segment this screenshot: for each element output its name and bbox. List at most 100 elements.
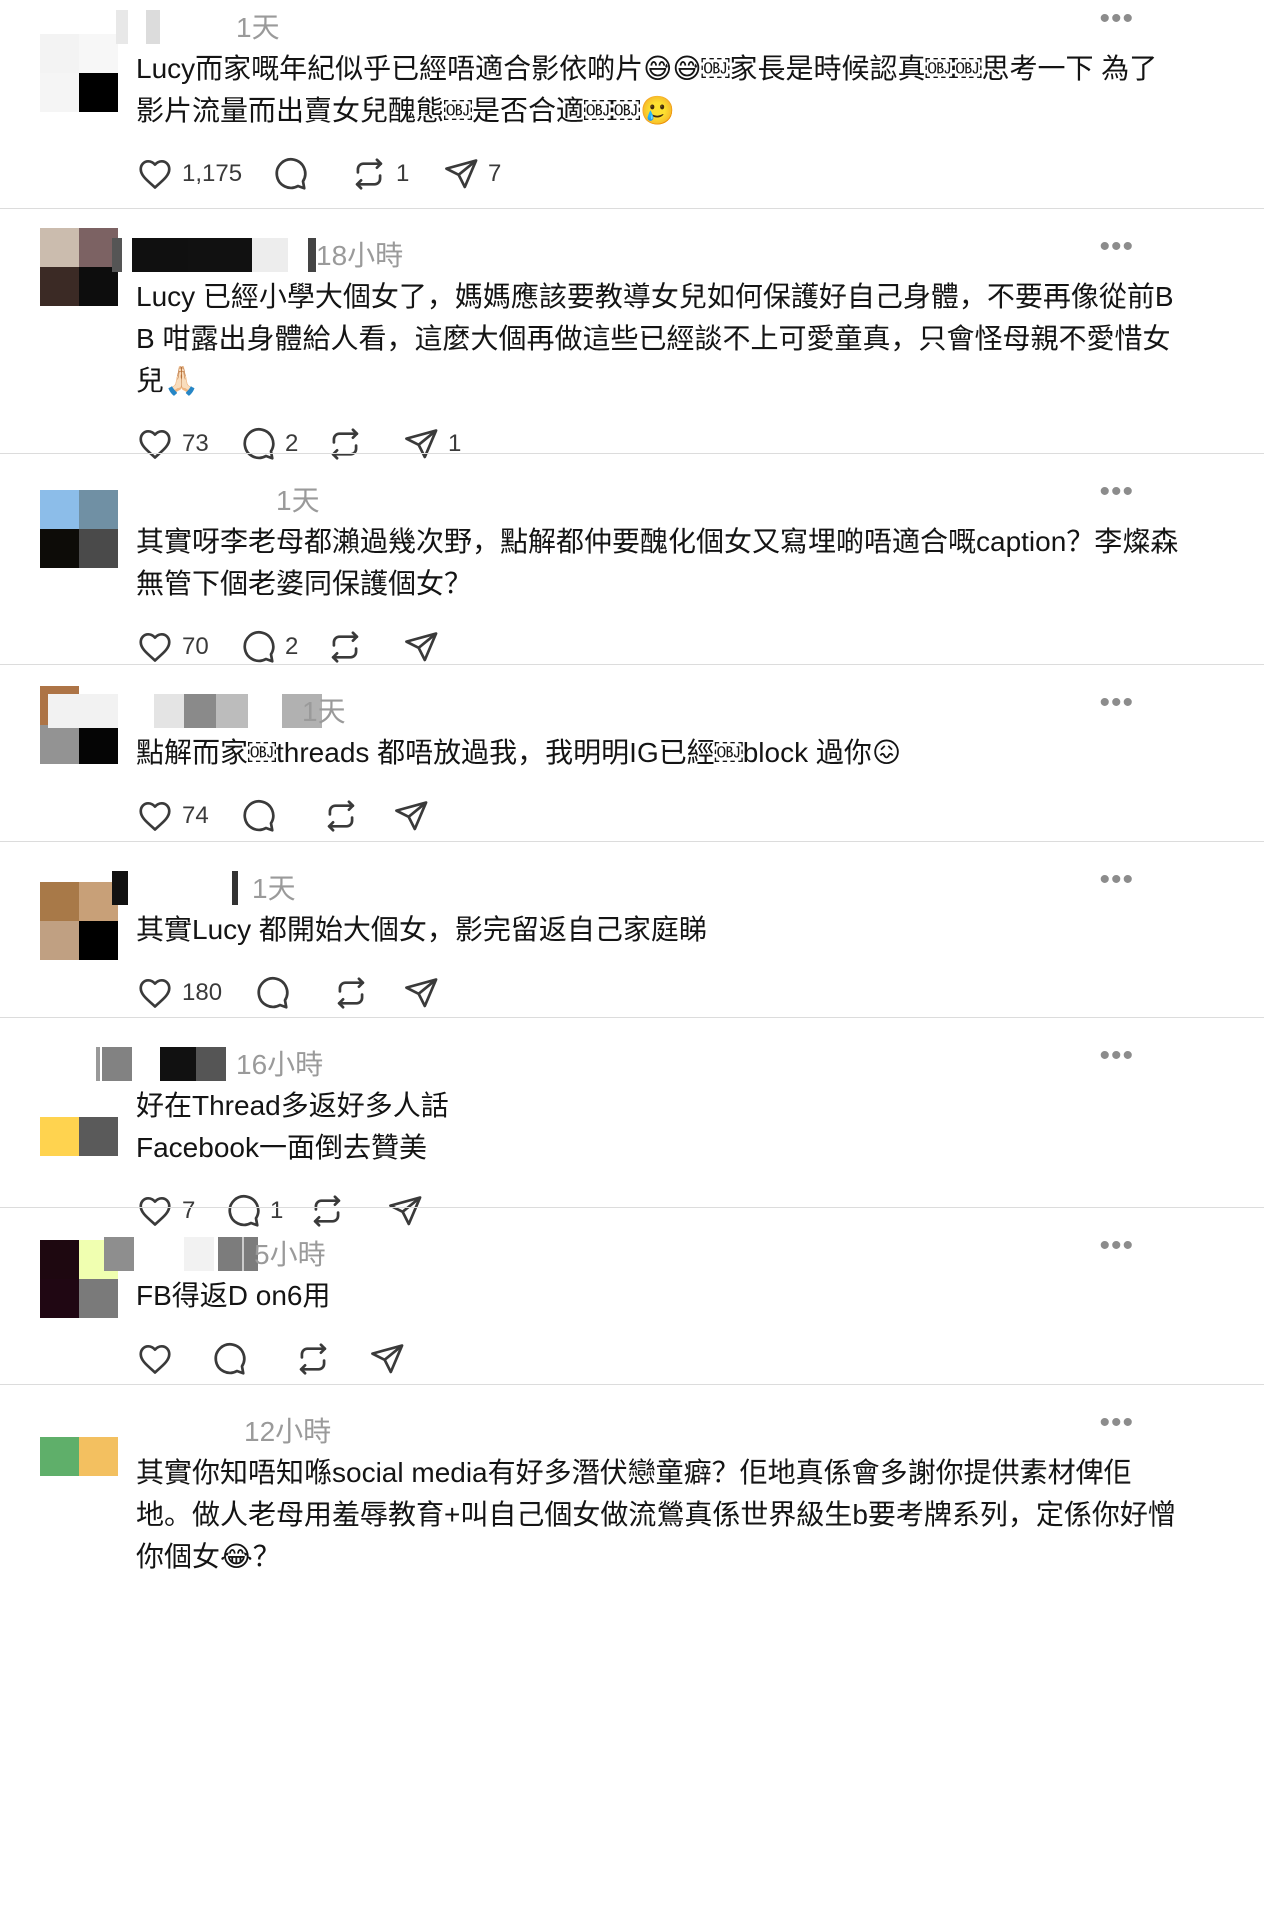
reply-button[interactable] (271, 154, 317, 194)
share-icon (386, 1192, 424, 1230)
repost-button[interactable] (326, 627, 372, 667)
avatar[interactable] (40, 1078, 118, 1156)
like-button[interactable]: 7 (136, 1191, 195, 1231)
comment-header: 18小時 ••• (112, 228, 1184, 276)
comment-text: FB得返D on6用 (136, 1280, 331, 1311)
more-icon[interactable]: ••• (1099, 477, 1134, 507)
comment-text: 其實呀李老母都瀨過幾次野，點解都仲要醜化個女又寫埋啲唔適合嘅caption？李燦… (136, 526, 1179, 599)
repost-button[interactable] (326, 424, 372, 464)
timestamp: 18小時 (316, 240, 404, 271)
share-icon (368, 1340, 406, 1378)
comment-item: 1天 ••• 點解而家￼threads 都唔放過我，我明明IG已經￼block 過你… (0, 684, 1264, 850)
timestamp: 1天 (252, 873, 296, 904)
share-button[interactable]: 7 (442, 154, 501, 194)
more-icon[interactable]: ••• (1099, 4, 1134, 34)
reply-icon (210, 1340, 248, 1378)
comment-text: 其實你知唔知喺social media有好多潛伏戀童癖？佢地真係會多謝你提供素材… (136, 1457, 1176, 1572)
share-button[interactable] (392, 796, 438, 836)
like-button[interactable]: 70 (136, 627, 209, 667)
repost-button[interactable] (294, 1339, 340, 1379)
like-count: 74 (182, 802, 209, 829)
divider (0, 1017, 1264, 1018)
avatar[interactable] (40, 34, 118, 112)
share-count: 7 (488, 160, 502, 187)
comment-header: 5小時 ••• (104, 1227, 1184, 1275)
comment-item: 16小時 ••• 好在Thread多返好多人話 Facebook一面倒去贊美 7 1 (0, 1037, 1264, 1245)
reply-count: 1 (270, 1197, 284, 1224)
share-button[interactable] (368, 1339, 414, 1379)
repost-icon (326, 425, 364, 463)
comment-item: 18小時 ••• Lucy 已經小學大個女了，媽媽應該要教導女兒如何保護好自己身體，… (0, 228, 1264, 478)
repost-button[interactable]: 1 (350, 154, 409, 194)
heart-icon (136, 628, 174, 666)
more-icon[interactable]: ••• (1099, 1041, 1134, 1071)
reply-icon (253, 974, 291, 1012)
more-icon[interactable]: ••• (1099, 232, 1134, 262)
repost-icon (326, 628, 364, 666)
share-icon (392, 797, 430, 835)
like-button[interactable] (136, 1339, 182, 1379)
avatar[interactable] (40, 228, 118, 306)
comment-item: 5小時 ••• FB得返D on6用 (0, 1227, 1264, 1393)
comment-header: 1天 ••• (112, 861, 1184, 909)
share-icon (402, 974, 440, 1012)
comment-item: 1天 ••• Lucy而家嘅年紀似乎已經唔適合影依啲片😅😅￼家長是時候認真￼￼思考一… (0, 0, 1264, 208)
reply-button[interactable] (210, 1339, 256, 1379)
share-button[interactable] (386, 1191, 432, 1231)
like-button[interactable]: 1,175 (136, 154, 242, 194)
reply-button[interactable]: 1 (224, 1191, 283, 1231)
reply-button[interactable]: 2 (239, 424, 298, 464)
share-button[interactable] (402, 973, 448, 1013)
reply-button[interactable] (253, 973, 299, 1013)
like-button[interactable]: 74 (136, 796, 209, 836)
comment-header: 12小時 ••• (136, 1404, 1184, 1452)
divider (0, 1207, 1264, 1208)
heart-icon (136, 1192, 174, 1230)
divider (0, 1384, 1264, 1385)
comment-header: 1天 ••• (116, 0, 1184, 48)
heart-icon (136, 425, 174, 463)
heart-icon (136, 974, 174, 1012)
timestamp: 1天 (276, 485, 320, 516)
like-button[interactable]: 180 (136, 973, 222, 1013)
repost-icon (308, 1192, 346, 1230)
avatar[interactable] (40, 882, 118, 960)
reply-icon (271, 155, 309, 193)
repost-button[interactable] (308, 1191, 354, 1231)
timestamp: 5小時 (254, 1239, 326, 1270)
reply-icon (224, 1192, 262, 1230)
share-icon (402, 425, 440, 463)
more-icon[interactable]: ••• (1099, 1408, 1134, 1438)
action-bar: 180 (136, 973, 1184, 1027)
reply-button[interactable]: 2 (239, 627, 298, 667)
comment-header: 1天 ••• (136, 473, 1184, 521)
like-count: 7 (182, 1197, 196, 1224)
reply-icon (239, 797, 277, 835)
repost-button[interactable] (332, 973, 378, 1013)
action-bar: 73 2 1 (136, 424, 1184, 478)
avatar[interactable] (40, 490, 118, 568)
timestamp: 1天 (302, 696, 346, 727)
comment-text: Lucy 已經小學大個女了，媽媽應該要教導女兒如何保護好自己身體，不要再像從前B… (136, 281, 1174, 396)
like-count: 180 (182, 979, 223, 1006)
like-button[interactable]: 73 (136, 424, 209, 464)
divider (0, 453, 1264, 454)
more-icon[interactable]: ••• (1099, 1231, 1134, 1261)
heart-icon (136, 797, 174, 835)
reply-button[interactable] (239, 796, 285, 836)
share-button[interactable] (402, 627, 448, 667)
timestamp: 16小時 (236, 1049, 324, 1080)
more-icon[interactable]: ••• (1099, 865, 1134, 895)
more-icon[interactable]: ••• (1099, 688, 1134, 718)
share-button[interactable]: 1 (402, 424, 461, 464)
share-icon (402, 628, 440, 666)
avatar[interactable] (40, 1437, 118, 1515)
divider (0, 841, 1264, 842)
comment-text: 好在Thread多返好多人話 Facebook一面倒去贊美 (136, 1090, 449, 1163)
repost-icon (350, 155, 388, 193)
action-bar: 70 2 (136, 627, 1184, 681)
comment-text: 其實Lucy 都開始大個女，影完留返自己家庭睇 (136, 914, 707, 945)
timestamp: 1天 (236, 12, 280, 43)
repost-button[interactable] (322, 796, 368, 836)
comment-item: 1天 ••• 其實呀李老母都瀨過幾次野，點解都仲要醜化個女又寫埋啲唔適合嘅capti… (0, 473, 1264, 681)
